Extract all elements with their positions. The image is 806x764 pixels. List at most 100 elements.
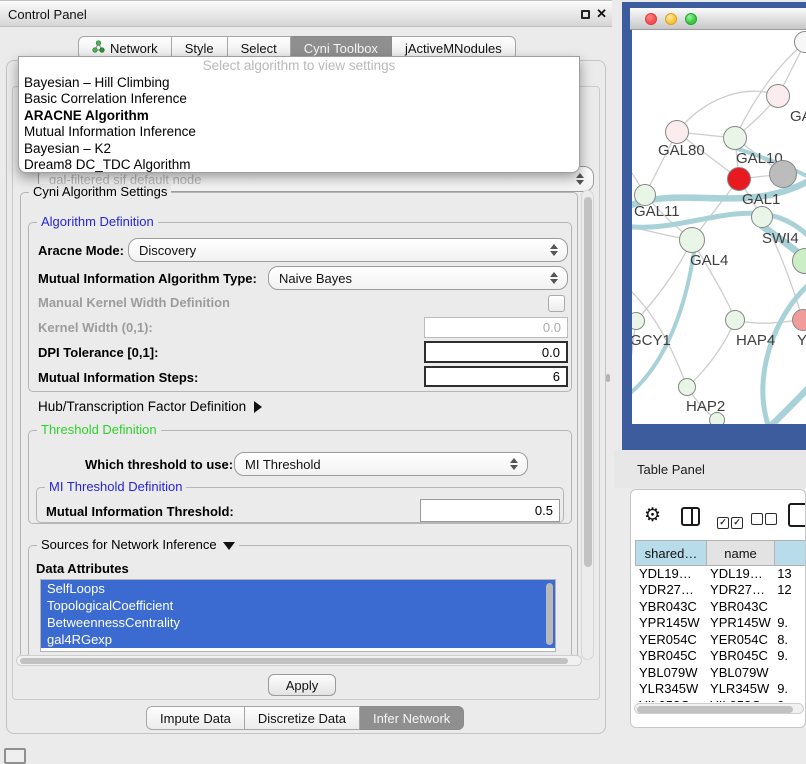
hub-definition-toggle[interactable]: Hub/Transcription Factor Definition — [38, 399, 262, 414]
dropdown-item[interactable]: Mutual Information Inference — [19, 124, 579, 140]
mi-threshold-input[interactable]: 0.5 — [420, 499, 560, 522]
data-attributes-list[interactable]: SelfLoopsTopologicalCoefficientBetweenne… — [40, 579, 556, 652]
table-row[interactable]: YDL19…YDL19…13 — [633, 566, 805, 582]
deselect-all-checkboxes-icon[interactable] — [751, 512, 779, 530]
which-threshold-label: Which threshold to use: — [85, 457, 233, 472]
algorithm-definition-legend: Algorithm Definition — [37, 214, 158, 229]
attribute-list-item[interactable]: TopologicalCoefficient — [41, 597, 555, 614]
minimize-traffic-light-icon[interactable] — [665, 13, 677, 25]
node-label: HAP4 — [736, 332, 775, 349]
attribute-list-item[interactable]: SelfLoops — [41, 580, 555, 597]
tab-label: jActiveMNodules — [405, 41, 502, 56]
network-node[interactable] — [727, 167, 751, 191]
gray-edge — [687, 320, 735, 387]
node-label: Y — [797, 332, 806, 349]
manual-kernel-checkbox[interactable] — [548, 295, 565, 312]
mi-type-combobox[interactable]: Naive Bayes — [268, 266, 568, 290]
teal-edge — [763, 280, 806, 424]
node-label: GCY1 — [632, 332, 671, 349]
dropdown-item[interactable]: Bayesian – K2 — [19, 141, 579, 157]
gear-icon[interactable]: ⚙ — [644, 506, 661, 526]
network-node[interactable] — [665, 120, 689, 144]
network-node[interactable] — [723, 126, 747, 150]
list-scrollbar-thumb[interactable] — [546, 583, 553, 645]
network-view-window: GALGAL80GAL10GAL1GAL11SWI4GAL4GCY1HAP4YH… — [622, 2, 806, 450]
table-hscrollbar[interactable] — [634, 703, 804, 714]
table-cell: 9. — [771, 648, 805, 664]
table-cell: YLR345W — [633, 681, 702, 697]
network-canvas[interactable]: GALGAL80GAL10GAL1GAL11SWI4GAL4GCY1HAP4YH… — [632, 30, 806, 424]
column-header-extra[interactable] — [775, 540, 806, 566]
table-cell: 13 — [771, 566, 805, 582]
table-row[interactable]: YBL079WYBL079W — [633, 665, 805, 681]
tab-infer-network[interactable]: Infer Network — [360, 706, 464, 730]
table-row[interactable]: YER054CYER054C8. — [633, 632, 805, 648]
attribute-list-item[interactable]: BetweennessCentrality — [41, 614, 555, 631]
table-row[interactable]: YIL052CYIL052C9 — [633, 698, 805, 703]
network-node[interactable] — [769, 160, 797, 188]
table-cell: 9 — [771, 698, 805, 703]
table-row[interactable]: YBR045CYBR045C9. — [633, 648, 805, 664]
table-cell: YDR27… — [702, 582, 771, 598]
column-header-shared[interactable]: shared… — [635, 540, 707, 566]
dropdown-item[interactable]: Basic Correlation Inference — [19, 91, 579, 107]
table-row[interactable]: YDR27…YDR27…12 — [633, 582, 805, 598]
network-node[interactable] — [678, 378, 696, 396]
table-cell: YIL052C — [633, 698, 702, 703]
column-header-name[interactable]: name — [707, 540, 775, 566]
split-columns-icon[interactable] — [681, 507, 700, 526]
table-row[interactable]: YPR145WYPR145W9. — [633, 615, 805, 631]
close-icon[interactable]: ✕ — [596, 6, 607, 22]
split-pane-grip[interactable] — [606, 374, 610, 382]
document-icon[interactable] — [788, 503, 806, 527]
aracne-mode-label: Aracne Mode: — [38, 243, 124, 258]
mi-threshold-value: 0.5 — [535, 503, 553, 518]
dpi-tolerance-input[interactable]: 0.0 — [424, 341, 568, 363]
dropdown-item[interactable]: Bayesian – Hill Climbing — [19, 75, 579, 91]
network-node[interactable] — [709, 412, 725, 424]
control-panel-title: Control Panel — [8, 7, 87, 22]
table-cell: 8. — [771, 632, 805, 648]
network-node[interactable] — [725, 310, 745, 330]
kernel-width-label: Kernel Width (0,1): — [38, 320, 153, 335]
select-all-checkboxes-icon[interactable]: ✓✓ — [717, 512, 745, 530]
settings-hscrollbar[interactable] — [16, 655, 582, 666]
stepper-icon — [576, 173, 584, 185]
network-node[interactable] — [679, 227, 705, 253]
dropdown-item[interactable]: ARACNE Algorithm — [19, 108, 579, 124]
which-threshold-combobox[interactable]: MI Threshold — [234, 452, 528, 476]
network-icon — [92, 40, 105, 56]
apply-button-label: Apply — [286, 678, 319, 693]
aracne-mode-value: Discovery — [139, 243, 196, 258]
hub-definition-label: Hub/Transcription Factor Definition — [38, 399, 246, 414]
dropdown-item[interactable]: Dream8 DC_TDC Algorithm — [19, 157, 579, 173]
sources-legend[interactable]: Sources for Network Inference — [37, 537, 239, 552]
table-row[interactable]: YBR043CYBR043C — [633, 599, 805, 615]
settings-hscrollbar-thumb[interactable] — [20, 658, 568, 664]
close-traffic-light-icon[interactable] — [645, 13, 657, 25]
table-row[interactable]: YLR345WYLR345W9. — [633, 681, 805, 697]
settings-vscrollbar-thumb[interactable] — [584, 197, 592, 567]
zoom-traffic-light-icon[interactable] — [685, 13, 697, 25]
table-cell: YLR345W — [702, 681, 771, 697]
table-rows: YDL19…YDL19…13YDR27…YDR27…12YBR043CYBR04… — [633, 566, 805, 702]
tab-discretize-data[interactable]: Discretize Data — [245, 706, 360, 730]
attribute-list-item[interactable]: gal4RGexp — [41, 631, 555, 648]
float-window-icon[interactable] — [581, 10, 590, 19]
collapse-down-icon — [223, 542, 235, 550]
table-panel: ⚙ ✓✓ shared… name YDL19…YDL19…13YDR27…YD… — [630, 489, 806, 728]
kernel-width-input[interactable]: 0.0 — [424, 317, 568, 338]
tab-impute-data[interactable]: Impute Data — [146, 706, 245, 730]
mi-steps-input[interactable]: 6 — [424, 366, 568, 387]
network-window-titlebar[interactable] — [630, 8, 806, 30]
settings-vscrollbar[interactable] — [581, 190, 594, 660]
apply-button[interactable]: Apply — [268, 674, 336, 696]
network-node[interactable] — [766, 84, 790, 108]
tab-label: Infer Network — [373, 711, 450, 726]
stepper-icon — [550, 272, 558, 284]
aracne-mode-combobox[interactable]: Discovery — [128, 238, 568, 262]
table-hscrollbar-thumb[interactable] — [637, 706, 793, 713]
node-label: GAL11 — [634, 203, 680, 220]
network-node[interactable] — [751, 206, 773, 228]
table-cell: YBR045C — [702, 648, 771, 664]
